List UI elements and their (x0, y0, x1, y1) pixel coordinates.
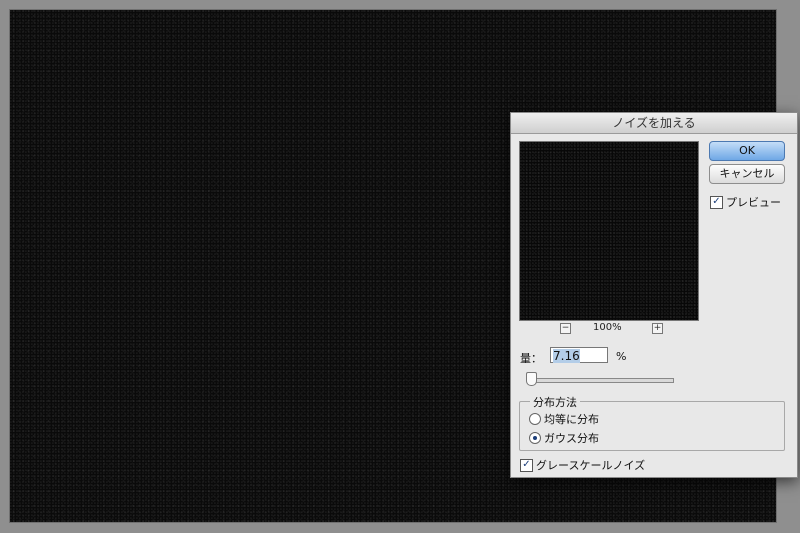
distribution-group: 分布方法 均等に分布 ガウス分布 (519, 394, 785, 451)
zoom-controls: − 100% + (519, 321, 697, 337)
dialog-title: ノイズを加える (511, 113, 797, 134)
amount-slider-thumb[interactable] (526, 372, 537, 386)
amount-input[interactable]: 7.16 (550, 347, 608, 363)
amount-slider-track[interactable] (529, 378, 674, 383)
zoom-out-button[interactable]: − (560, 323, 571, 334)
preview-pane[interactable] (519, 141, 699, 321)
amount-label: 量： (520, 352, 542, 365)
cancel-button[interactable]: キャンセル (709, 164, 785, 184)
preview-checkbox[interactable]: ✓ (710, 195, 723, 209)
zoom-in-button[interactable]: + (652, 323, 663, 334)
distribution-gaussian-option[interactable]: ガウス分布 (529, 430, 599, 446)
uniform-label: 均等に分布 (544, 413, 599, 426)
add-noise-dialog: ノイズを加える − 100% + OK キャンセル ✓ プレビュー 量： 7.16… (510, 112, 798, 478)
ok-button[interactable]: OK (709, 141, 785, 161)
gaussian-radio[interactable] (529, 432, 541, 444)
amount-unit: % (616, 350, 627, 363)
monochromatic-label: グレースケールノイズ (536, 459, 646, 472)
uniform-radio[interactable] (529, 413, 541, 425)
monochromatic-option[interactable]: ✓ グレースケールノイズ (520, 457, 645, 473)
gaussian-label: ガウス分布 (544, 432, 599, 445)
preview-option[interactable]: ✓ プレビュー (710, 194, 781, 210)
amount-row: 量： 7.16 % (520, 347, 626, 366)
preview-label: プレビュー (726, 196, 781, 209)
zoom-level: 100% (593, 322, 622, 333)
distribution-title: 分布方法 (530, 394, 580, 410)
monochromatic-checkbox[interactable]: ✓ (520, 458, 533, 472)
amount-value: 7.16 (553, 349, 580, 363)
distribution-uniform-option[interactable]: 均等に分布 (529, 411, 599, 427)
